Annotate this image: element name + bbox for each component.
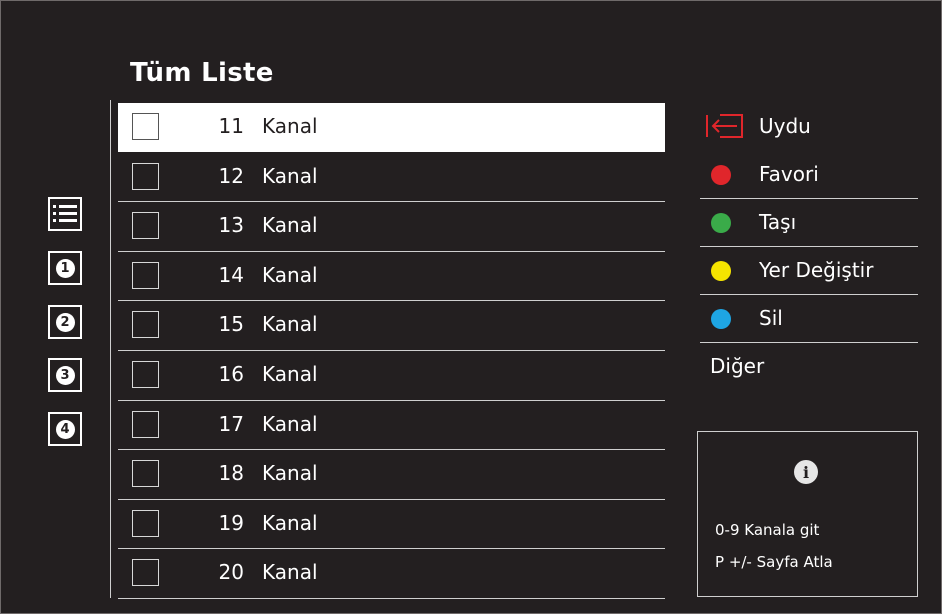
channel-name: Kanal <box>262 560 318 585</box>
list-2-icon[interactable]: 2 <box>45 302 85 342</box>
channel-checkbox[interactable] <box>132 509 159 537</box>
channel-name: Kanal <box>262 361 318 386</box>
channel-checkbox[interactable] <box>132 460 159 488</box>
channel-row[interactable]: 17 Kanal <box>118 401 665 451</box>
option-label: Uydu <box>759 114 811 138</box>
option-favori[interactable]: Favori <box>700 151 918 199</box>
channel-row[interactable]: 20 Kanal <box>118 549 665 599</box>
info-icon: i <box>794 460 818 484</box>
channel-name: Kanal <box>262 461 318 486</box>
option-label: Yer Değiştir <box>759 258 874 282</box>
channel-number: 20 <box>218 560 244 585</box>
divider <box>110 100 111 598</box>
channel-number: 15 <box>218 312 244 337</box>
list-icon[interactable] <box>45 194 85 234</box>
page-title: Tüm Liste <box>130 58 274 88</box>
channel-name: Kanal <box>262 114 318 138</box>
channel-number: 16 <box>218 361 244 386</box>
option-label: Sil <box>759 306 783 330</box>
source-input-icon <box>705 112 745 145</box>
list-4-icon[interactable]: 4 <box>45 409 85 449</box>
channel-list: 11 Kanal 12 Kanal 13 Kanal 14 Kanal 15 K… <box>118 103 665 599</box>
channel-row[interactable]: 19 Kanal <box>118 500 665 550</box>
green-dot-icon <box>711 213 731 233</box>
list-3-icon[interactable]: 3 <box>45 355 85 395</box>
option-label: Diğer <box>710 354 765 378</box>
channel-row[interactable]: 13 Kanal <box>118 202 665 252</box>
option-diger[interactable]: Diğer <box>700 343 918 391</box>
channel-row[interactable]: 18 Kanal <box>118 450 665 500</box>
info-panel: i 0-9 Kanala git P +/- Sayfa Atla <box>697 431 918 597</box>
channel-name: Kanal <box>262 510 318 535</box>
option-label: Favori <box>759 162 819 186</box>
option-tasi[interactable]: Taşı <box>700 199 918 247</box>
channel-checkbox[interactable] <box>132 261 159 289</box>
channel-checkbox[interactable] <box>132 360 159 388</box>
channel-number: 18 <box>218 461 244 486</box>
option-label: Taşı <box>759 210 797 234</box>
channel-name: Kanal <box>262 411 318 436</box>
channel-row[interactable]: 12 Kanal <box>118 153 665 203</box>
channel-row[interactable]: 11 Kanal <box>118 103 665 153</box>
list-1-icon[interactable]: 1 <box>45 248 85 288</box>
option-yer-degistir[interactable]: Yer Değiştir <box>700 247 918 295</box>
channel-name: Kanal <box>262 163 318 188</box>
channel-row[interactable]: 15 Kanal <box>118 301 665 351</box>
channel-checkbox[interactable] <box>132 212 159 240</box>
channel-row[interactable]: 14 Kanal <box>118 252 665 302</box>
channel-number: 11 <box>218 114 244 138</box>
channel-checkbox[interactable] <box>132 559 159 587</box>
channel-row[interactable]: 16 Kanal <box>118 351 665 401</box>
option-sil[interactable]: Sil <box>700 295 918 343</box>
channel-name: Kanal <box>262 312 318 337</box>
channel-number: 13 <box>218 213 244 238</box>
yellow-dot-icon <box>711 261 731 281</box>
channel-number: 14 <box>218 262 244 287</box>
channel-checkbox[interactable] <box>132 113 159 140</box>
channel-number: 12 <box>218 163 244 188</box>
channel-name: Kanal <box>262 213 318 238</box>
blue-dot-icon <box>711 309 731 329</box>
channel-checkbox[interactable] <box>132 162 159 190</box>
channel-checkbox[interactable] <box>132 311 159 339</box>
option-uydu[interactable]: Uydu <box>700 103 918 151</box>
channel-name: Kanal <box>262 262 318 287</box>
channel-checkbox[interactable] <box>132 410 159 438</box>
info-hint-page: P +/- Sayfa Atla <box>715 553 833 571</box>
info-hint-channel: 0-9 Kanala git <box>715 521 820 539</box>
options-menu: Uydu Favori Taşı Yer Değiştir Sil Diğer <box>700 103 918 391</box>
red-dot-icon <box>711 165 731 185</box>
channel-number: 17 <box>218 411 244 436</box>
channel-number: 19 <box>218 510 244 535</box>
